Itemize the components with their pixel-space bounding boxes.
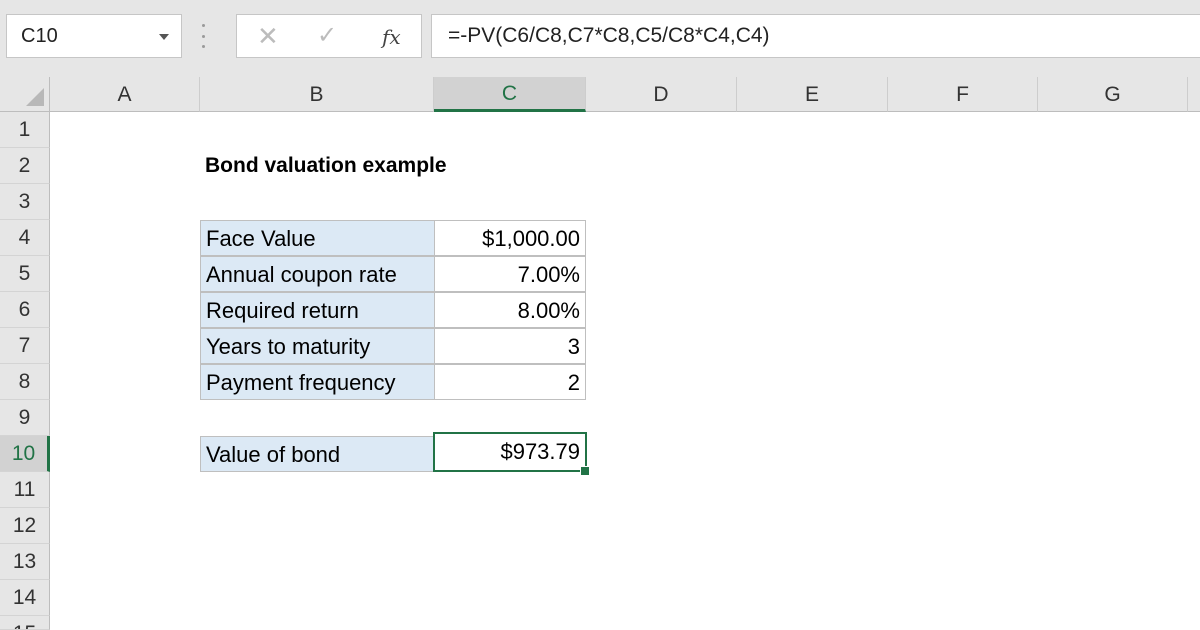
formula-bar: C10 ✕ ✓ fx =-PV(C6/C8,C7*C8,C5/C8*C4,C4) — [0, 0, 1200, 78]
row-header-11[interactable]: 11 — [0, 472, 50, 508]
row-header-12[interactable]: 12 — [0, 508, 50, 544]
row-header-10[interactable]: 10 — [0, 436, 50, 472]
name-box-value[interactable]: C10 — [21, 25, 58, 48]
input-value-frequency[interactable]: 2 — [434, 364, 586, 400]
formula-text[interactable]: =-PV(C6/C8,C7*C8,C5/C8*C4,C4) — [448, 24, 770, 48]
column-header-d[interactable]: D — [586, 77, 737, 112]
row-header-15[interactable]: 15 — [0, 616, 50, 630]
select-all-button[interactable] — [0, 77, 50, 112]
input-value-years[interactable]: 3 — [434, 328, 586, 364]
name-box[interactable]: C10 — [6, 14, 182, 58]
row-header-14[interactable]: 14 — [0, 580, 50, 616]
input-label-years[interactable]: Years to maturity — [200, 328, 435, 364]
input-label-required-return[interactable]: Required return — [200, 292, 435, 328]
chevron-down-icon[interactable] — [159, 34, 169, 40]
input-value-coupon-rate[interactable]: 7.00% — [434, 256, 586, 292]
check-icon[interactable]: ✓ — [317, 23, 337, 49]
row-header-13[interactable]: 13 — [0, 544, 50, 580]
result-label[interactable]: Value of bond — [200, 436, 435, 472]
row-header-6[interactable]: 6 — [0, 292, 50, 328]
column-header-e[interactable]: E — [737, 77, 888, 112]
formula-controls: ✕ ✓ fx — [236, 14, 422, 58]
row-header-5[interactable]: 5 — [0, 256, 50, 292]
close-icon[interactable]: ✕ — [257, 23, 279, 49]
insert-function-icon[interactable]: fx — [382, 24, 401, 50]
row-header-9[interactable]: 9 — [0, 400, 50, 436]
row-header-4[interactable]: 4 — [0, 220, 50, 256]
row-header-8[interactable]: 8 — [0, 364, 50, 400]
formula-input[interactable]: =-PV(C6/C8,C7*C8,C5/C8*C4,C4) — [431, 14, 1200, 58]
input-label-frequency[interactable]: Payment frequency — [200, 364, 435, 400]
column-header-h[interactable] — [1188, 77, 1200, 112]
input-label-face-value[interactable]: Face Value — [200, 220, 435, 256]
drag-handle-icon[interactable] — [201, 24, 205, 48]
sheet-title[interactable]: Bond valuation example — [200, 148, 500, 184]
fill-handle[interactable] — [580, 466, 590, 476]
input-value-face-value[interactable]: $1,000.00 — [434, 220, 586, 256]
active-cell-c10[interactable]: $973.79 — [433, 432, 587, 472]
input-label-coupon-rate[interactable]: Annual coupon rate — [200, 256, 435, 292]
select-all-icon — [26, 88, 44, 106]
input-value-required-return[interactable]: 8.00% — [434, 292, 586, 328]
column-header-f[interactable]: F — [888, 77, 1038, 112]
column-header-g[interactable]: G — [1038, 77, 1188, 112]
row-header-1[interactable]: 1 — [0, 112, 50, 148]
row-header-3[interactable]: 3 — [0, 184, 50, 220]
column-header-a[interactable]: A — [50, 77, 200, 112]
column-header-c[interactable]: C — [434, 77, 586, 112]
column-header-b[interactable]: B — [200, 77, 434, 112]
row-header-2[interactable]: 2 — [0, 148, 50, 184]
row-header-7[interactable]: 7 — [0, 328, 50, 364]
